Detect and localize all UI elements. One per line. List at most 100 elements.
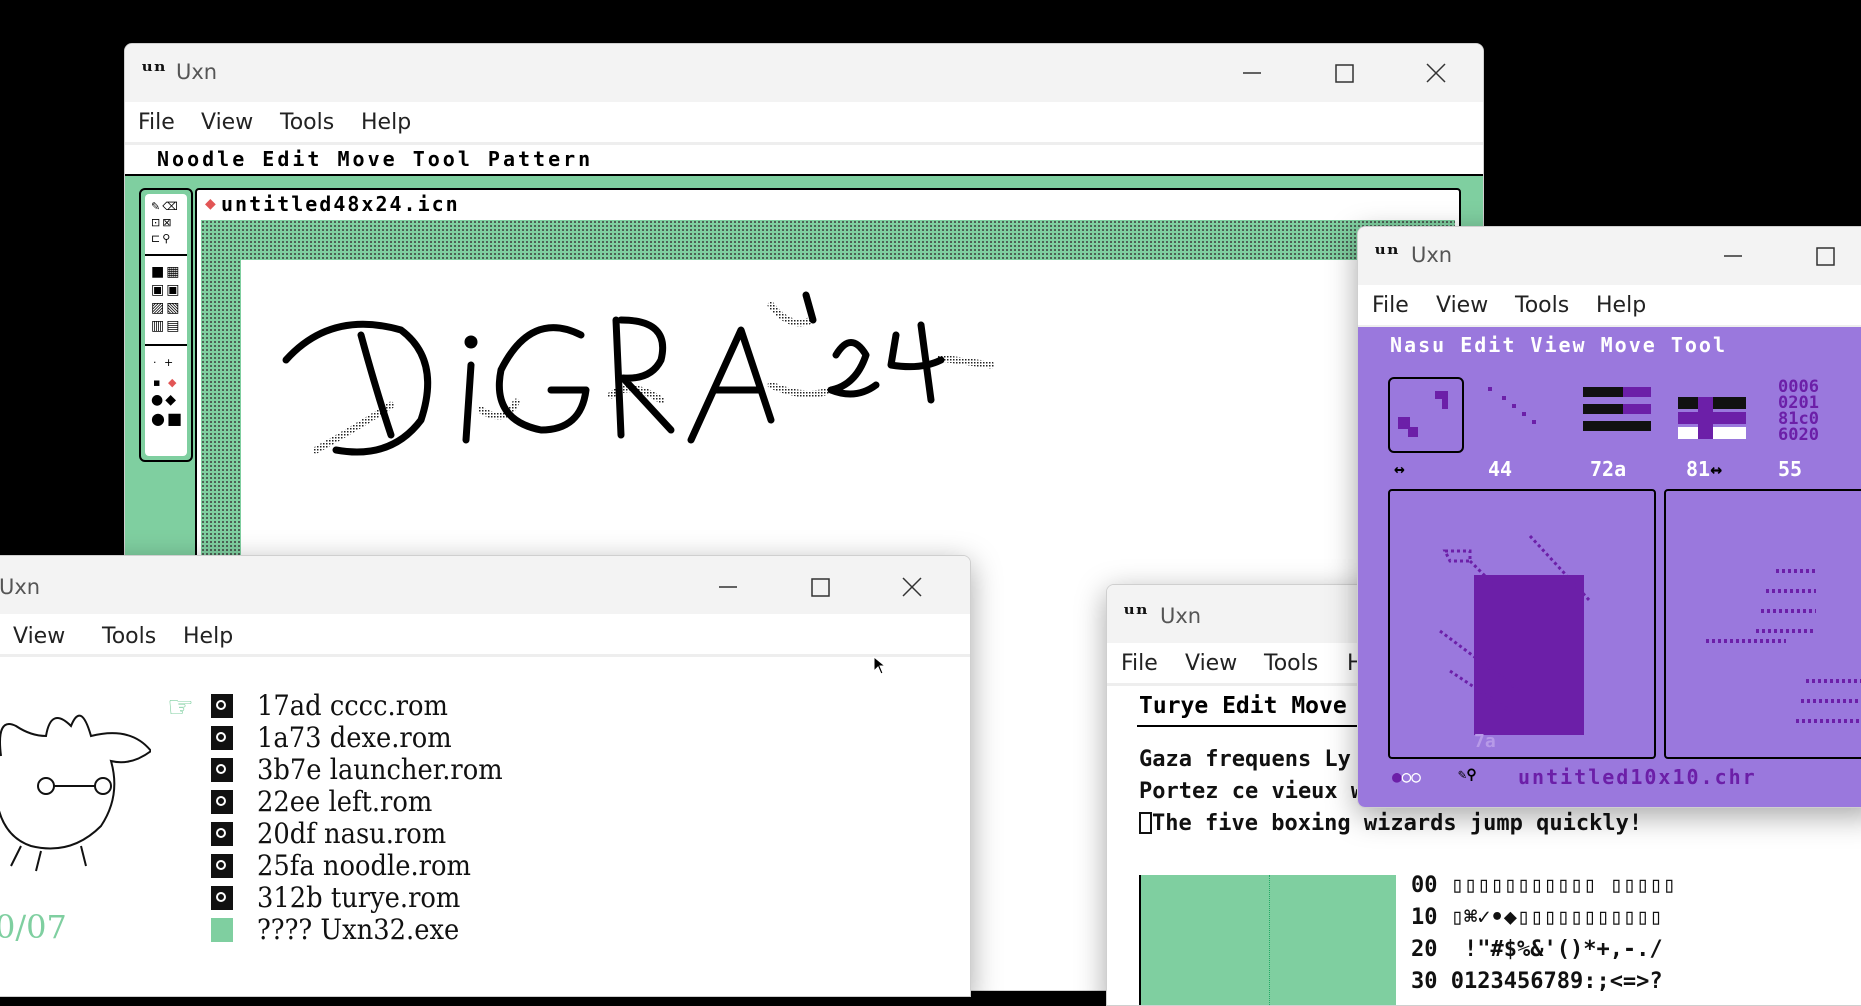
file-entry: ???? Uxn32.exe [257,913,460,946]
window-title: Uxn [0,575,41,599]
rom-icon [211,694,233,718]
menu-tools[interactable]: Tools [1264,651,1318,676]
tile-bars[interactable] [1583,382,1653,442]
toolbar-divider-2 [145,344,187,346]
maximize-icon[interactable] [1802,233,1848,279]
nasu-window: ᵘⁿ Uxn File View Tools Help Nasu Edit Vi… [1357,226,1861,808]
uxn-logo-icon: ᵘⁿ [1374,239,1399,268]
close-icon[interactable] [889,564,935,610]
file-entry: 1a73 dexe.rom [257,721,452,754]
tile-sparse[interactable] [1478,382,1548,442]
window-title: Uxn [176,60,218,84]
rom-icon [211,790,233,814]
menu-tools[interactable]: Tools [102,624,156,649]
minimize-icon[interactable] [1710,233,1756,279]
noodle-toolbar: ✎⌫ ⊡⊠ ⊏⚲ ■▦ ▣▣ ▨▧ ▥▤ · + ▪ ◆ ●◆ ●■ [139,188,193,462]
file-entry: 3b7e launcher.rom [257,753,503,786]
pattern-grid-icon[interactable]: ▣▣ [151,283,181,297]
charmap-row[interactable]: 30 0123456789:;<=>? [1411,969,1663,994]
file-entry: 20df nasu.rom [257,817,447,850]
color-selector-icon[interactable]: ●○○ [1392,767,1421,786]
tile-sheet[interactable] [1664,489,1861,759]
glyph-guide [1269,875,1270,1005]
menu-tools[interactable]: Tools [280,110,334,135]
maximize-icon[interactable] [1321,50,1367,96]
pattern-fill-icon[interactable]: ■▦ [151,265,181,279]
rom-icon [211,822,233,846]
tile-selected[interactable] [1388,377,1464,453]
charmap-row[interactable]: 00 ▯▯▯▯▯▯▯▯▯▯▯ ▯▯▯▯▯ [1411,873,1676,898]
pen-icon[interactable]: ✎⌫ [151,200,180,213]
nasu-menu[interactable]: Nasu Edit View Move Tool [1390,333,1727,357]
sample-line-2: Portez ce vieux w [1139,779,1365,804]
menu-help[interactable]: Help [183,624,233,649]
noodle-menu[interactable]: Noodle Edit Move Tool Pattern [157,147,593,171]
page-indicator: 0/07 [0,908,67,946]
cursor-box-icon [1139,812,1152,834]
menu-tools[interactable]: Tools [1515,293,1569,318]
menu-view[interactable]: View [1436,293,1488,318]
brush-xlarge-icon[interactable]: ●■ [151,411,184,427]
nasu-filename: untitled10x10.chr [1518,765,1757,789]
modified-indicator-icon: ◆ [205,196,216,212]
pointer-hand-icon: ☞ [167,690,194,725]
menu-bar: File View Tools Help [1358,285,1861,328]
title-bar[interactable]: ᵘⁿ Uxn [125,44,1483,102]
pattern-cross-icon[interactable]: ▨▧ [151,301,181,315]
menu-view[interactable]: View [1185,651,1237,676]
file-entry: 22ee left.rom [257,785,433,818]
sprite-editor[interactable]: 7a [1388,489,1656,759]
tool-selector-icon[interactable]: ✎⚲ [1458,767,1477,783]
glyph-preview [1139,875,1396,1005]
brush-small-icon[interactable]: · + [153,356,175,369]
menu-bar: File View Tools Help [125,102,1483,145]
menu-file[interactable]: File [138,110,175,135]
mascot-drawing [0,714,151,872]
rom-icon [211,758,233,782]
tile-id-label: 7a [1474,731,1496,752]
uxn-logo-icon: ᵘⁿ [1123,599,1148,628]
window-title: Uxn [1160,604,1202,628]
pattern-lines-icon[interactable]: ▥▤ [151,319,181,333]
move-arrows-icon: ↔ [1710,457,1723,481]
nasu-workspace: Nasu Edit View Move Tool 0006 0201 81c0 602… [1358,327,1861,807]
file-entry: 17ad cccc.rom [257,689,448,722]
tile-checker[interactable] [1678,382,1748,442]
menu-file[interactable]: File [1372,293,1409,318]
minimize-icon[interactable] [705,564,751,610]
sample-line-1: Gaza frequens Ly [1139,747,1351,772]
charmap-row[interactable]: 20 !"#$%&'()*+,-./ [1411,937,1663,962]
menu-help[interactable]: Help [1596,293,1646,318]
tile-label-4: 55 [1778,457,1803,481]
selection-icon[interactable]: ⊡⊠ [151,216,173,229]
maximize-icon[interactable] [797,564,843,610]
document-icon [211,918,233,942]
close-icon[interactable] [1413,50,1459,96]
turye-menu[interactable]: Turye Edit Move [1139,693,1347,719]
menu-view[interactable]: View [13,624,65,649]
tile-preview [1398,391,1448,437]
toolbar-divider [145,254,187,256]
charmap-row[interactable]: 10 ▯⌘✓•◆▯▯▯▯▯▯▯▯▯▯▯ [1411,905,1663,930]
menu-bar: View Tools Help [0,614,970,657]
uxn-logo-icon: ᵘⁿ [141,56,166,85]
rom-icon [211,886,233,910]
zoom-icon[interactable]: ⊏⚲ [151,232,172,245]
hex-values: 0006 0201 81c0 6020 [1778,377,1819,445]
tile-sheet-strokes [1706,569,1861,723]
file-entry: 312b turye.rom [257,881,461,914]
menu-file[interactable]: File [1121,651,1158,676]
title-bar[interactable]: ᵘⁿ Uxn [1358,227,1861,285]
rom-icon [211,854,233,878]
window-title: Uxn [1411,243,1453,267]
tile-label-1: 44 [1488,457,1513,481]
menu-view[interactable]: View [201,110,253,135]
minimize-icon[interactable] [1229,50,1275,96]
tile-label-3: 81↔ [1686,457,1723,481]
menu-help[interactable]: Help [361,110,411,135]
brush-medium-icon[interactable]: ▪ ◆ [153,376,178,389]
brush-large-icon[interactable]: ●◆ [151,393,178,407]
title-bar[interactable]: Uxn [0,556,970,614]
toolbar-inner: ✎⌫ ⊡⊠ ⊏⚲ ■▦ ▣▣ ▨▧ ▥▤ · + ▪ ◆ ●◆ ●■ [145,194,187,456]
launcher-window: Uxn View Tools Help ☞ 0/07 17ad cccc.rom… [0,555,971,997]
